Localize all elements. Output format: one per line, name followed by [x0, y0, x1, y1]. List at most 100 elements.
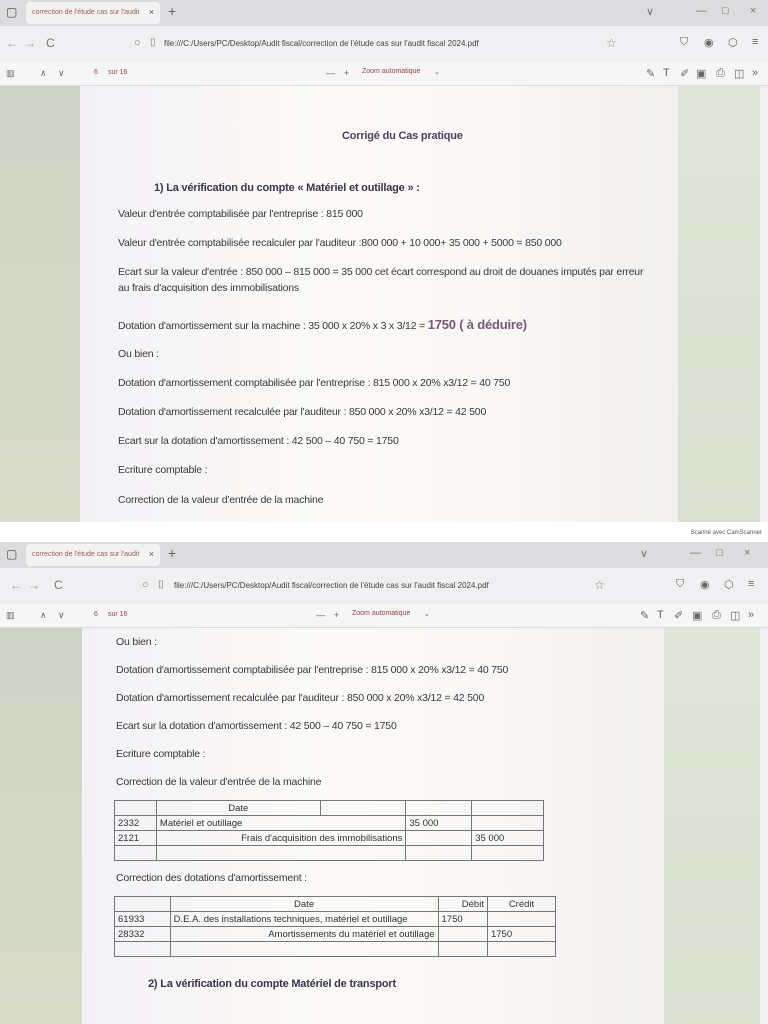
bookmark-star-icon[interactable]: ☆ [606, 36, 617, 50]
url-bar[interactable]: file:///C:/Users/PC/Desktop/Audit fiscal… [164, 39, 479, 48]
credit-amount [471, 815, 544, 831]
menu-icon[interactable]: ≡ [752, 36, 758, 48]
reload-icon[interactable]: C [54, 578, 63, 592]
account-label: Amortissements du matériel et outillage [169, 926, 439, 942]
table-row: Date Débit Crédit [114, 896, 557, 912]
back-icon[interactable]: ← [10, 578, 22, 592]
zoom-out-button[interactable]: — [316, 610, 325, 620]
back-icon[interactable]: ← [6, 36, 18, 50]
zoom-chevron-icon[interactable]: ⌄ [424, 610, 430, 618]
more-tools-icon[interactable]: » [748, 609, 754, 621]
doc-line: Ecriture comptable : [116, 748, 206, 760]
new-tab-icon[interactable]: + [168, 3, 176, 19]
debit-amount [437, 926, 488, 942]
next-page-icon[interactable]: ∨ [58, 610, 65, 621]
list-all-tabs-icon[interactable]: ∨ [646, 5, 654, 18]
pocket-icon[interactable]: ⛉ [676, 578, 684, 591]
text-tool-icon[interactable]: T [657, 609, 664, 621]
reload-icon[interactable]: C [46, 36, 55, 50]
zoom-select[interactable]: Zoom automatique [352, 610, 410, 617]
restore-icon[interactable]: □ [722, 5, 729, 17]
url-bar[interactable]: file:///C:/Users/PC/Desktop/Audit fiscal… [174, 581, 489, 590]
list-all-tabs-icon[interactable]: ∨ [640, 547, 648, 560]
account-icon[interactable]: ◉ [700, 578, 710, 591]
table-row: 2121 Frais d'acquisition des immobilisat… [114, 830, 544, 846]
sidebar-toggle-icon[interactable]: ▥ [6, 610, 15, 621]
previous-page-icon[interactable]: ∧ [40, 610, 47, 621]
viewer-background-left [0, 628, 82, 1024]
zoom-in-button[interactable]: + [344, 68, 349, 78]
viewer-background-left [0, 86, 80, 522]
next-page-icon[interactable]: ∨ [58, 68, 65, 79]
tab-bar: ▢ correction de l'étude cas sur l'audit … [0, 542, 768, 568]
draw-icon[interactable]: ✐ [674, 609, 683, 622]
scrollbar[interactable] [760, 86, 768, 522]
save-icon[interactable]: ◫ [734, 67, 744, 80]
image-icon[interactable]: ▣ [696, 67, 706, 80]
new-tab-icon[interactable]: + [168, 545, 176, 561]
minimize-icon[interactable]: — [696, 5, 707, 17]
dotation-line: Dotation d'amortissement sur la machine … [118, 317, 527, 332]
tab-list-icon[interactable]: ▢ [6, 547, 17, 561]
forward-icon[interactable]: → [28, 578, 40, 592]
account-number: 2332 [114, 815, 157, 831]
scrollbar[interactable] [760, 628, 768, 1024]
tab-list-icon[interactable]: ▢ [6, 5, 17, 19]
forward-icon[interactable]: → [24, 36, 36, 50]
zoom-out-button[interactable]: — [326, 68, 335, 78]
page-info-icon[interactable]: ▯ [150, 37, 156, 48]
nav-bar: ← → C ○ ▯ file:///C:/Users/PC/Desktop/Au… [0, 26, 768, 62]
tracking-shield-icon[interactable]: ○ [142, 579, 149, 591]
text-tool-icon[interactable]: T [663, 67, 670, 79]
doc-line: Correction de la valeur d'entrée de la m… [116, 776, 322, 788]
account-icon[interactable]: ◉ [704, 36, 714, 49]
close-tab-icon[interactable]: × [149, 7, 154, 17]
print-icon[interactable]: ⎙ [716, 67, 725, 80]
section-heading-2: 2) La vérification du compte Matériel de… [148, 978, 396, 990]
extensions-icon[interactable]: ⬡ [724, 578, 734, 591]
pocket-icon[interactable]: ⛉ [680, 36, 688, 49]
sidebar-toggle-icon[interactable]: ▥ [6, 68, 15, 79]
page-count: sur 16 [108, 611, 128, 618]
table-row: 61933 D.E.A. des installations technique… [114, 911, 557, 927]
minimize-icon[interactable]: — [690, 547, 701, 559]
page-number-input[interactable]: 6 [94, 69, 98, 76]
highlight-icon[interactable]: ✎ [640, 609, 649, 622]
doc-line: Dotation d'amortissement recalculée par … [118, 406, 487, 418]
more-tools-icon[interactable]: » [752, 67, 758, 79]
dotation-formula: Dotation d'amortissement sur la machine … [118, 320, 428, 332]
page-info-icon[interactable]: ▯ [158, 579, 164, 590]
table-row: 2332 Matériel et outillage 35 000 [114, 815, 544, 831]
tracking-shield-icon[interactable]: ○ [134, 37, 141, 49]
browser-tab[interactable]: correction de l'étude cas sur l'audit × [26, 544, 160, 566]
doc-subtitle: Correction des dotations d'amortissement… [116, 872, 307, 884]
doc-line: Ecart sur la dotation d'amortissement : … [116, 720, 397, 732]
doc-line: Dotation d'amortissement recalculée par … [116, 692, 485, 704]
previous-page-icon[interactable]: ∧ [40, 68, 47, 79]
doc-title: Corrigé du Cas pratique [342, 130, 463, 142]
page-number-input[interactable]: 6 [94, 611, 98, 618]
browser-tab[interactable]: correction de l'étude cas sur l'audit × [26, 2, 160, 24]
close-window-icon[interactable]: × [750, 5, 756, 17]
bookmark-star-icon[interactable]: ☆ [594, 578, 605, 592]
print-icon[interactable]: ⎙ [712, 609, 721, 622]
extensions-icon[interactable]: ⬡ [728, 36, 738, 49]
pdf-toolbar: ▥ ∧ ∨ 6 sur 16 — + Zoom automatique ⌄ ✎ … [0, 604, 768, 628]
zoom-in-button[interactable]: + [334, 610, 339, 620]
doc-line: Ou bien : [118, 348, 159, 360]
image-icon[interactable]: ▣ [692, 609, 702, 622]
tab-title: correction de l'étude cas sur l'audit [32, 551, 140, 558]
menu-icon[interactable]: ≡ [748, 578, 754, 590]
close-tab-icon[interactable]: × [149, 549, 154, 559]
doc-line: Valeur d'entrée comptabilisée recalculer… [118, 237, 562, 249]
close-window-icon[interactable]: × [744, 547, 750, 559]
journal-table-2: Date Débit Crédit 61933 D.E.A. des insta… [114, 896, 557, 957]
zoom-select[interactable]: Zoom automatique [362, 68, 420, 75]
highlight-icon[interactable]: ✎ [646, 67, 655, 80]
tab-bar: ▢ correction de l'étude cas sur l'audit … [0, 0, 768, 26]
save-icon[interactable]: ◫ [730, 609, 740, 622]
zoom-chevron-icon[interactable]: ⌄ [434, 68, 440, 76]
draw-icon[interactable]: ✐ [680, 67, 689, 80]
doc-line: Ecart sur la dotation d'amortissement : … [118, 435, 399, 447]
restore-icon[interactable]: □ [716, 547, 723, 559]
